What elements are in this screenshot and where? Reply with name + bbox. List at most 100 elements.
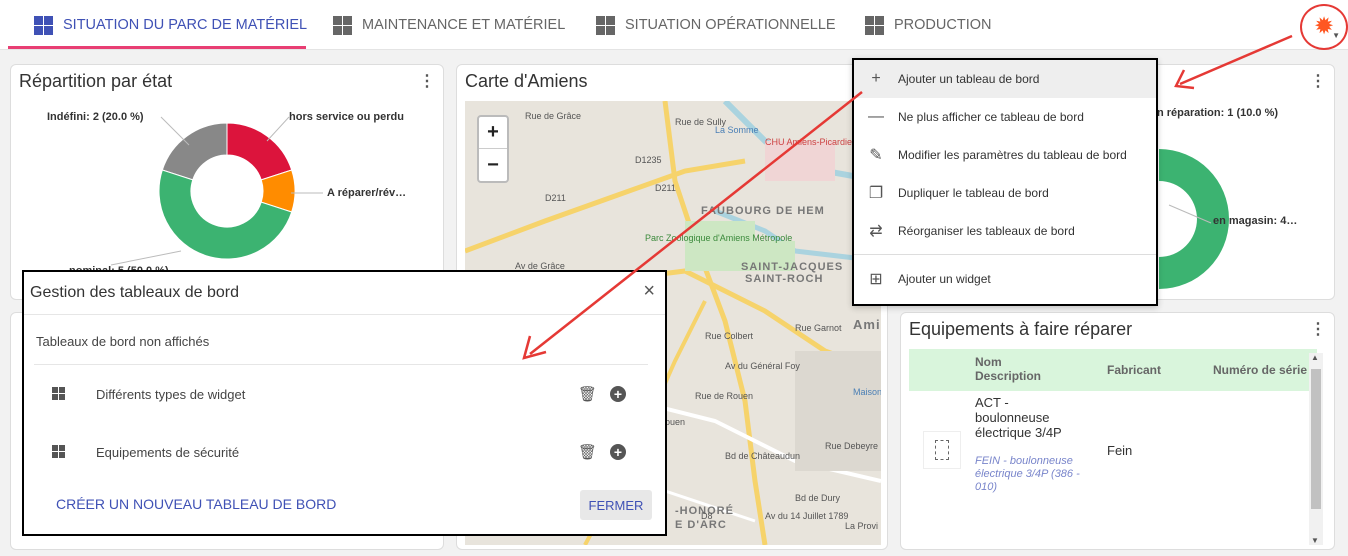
column-header-nom[interactable]: Nom — [975, 355, 1002, 369]
equipment-thumbnail — [923, 431, 961, 469]
scroll-down-icon[interactable]: ▼ — [1311, 536, 1319, 545]
trash-icon[interactable]: 🗑 — [578, 385, 597, 403]
tab-production[interactable]: PRODUCTION — [865, 0, 991, 50]
dialog-subtitle: Tableaux de bord non affichés — [36, 334, 210, 349]
dashboard-icon — [34, 15, 53, 35]
pencil-icon: ✎ — [869, 147, 883, 164]
tab-situation-operationnelle[interactable]: SITUATION OPÉRATIONNELLE — [596, 0, 836, 50]
create-dashboard-button[interactable]: CRÉER UN NOUVEAU TABLEAU DE BORD — [56, 496, 336, 512]
column-header-fabricant[interactable]: Fabricant — [1107, 363, 1161, 377]
close-icon[interactable]: × — [643, 280, 655, 303]
row-description: FEIN - boulonneuse électrique 3/4P (386 … — [975, 455, 1080, 493]
menu-divider — [854, 254, 1156, 255]
menu-item-add-widget[interactable]: ⊞ Ajouter un widget — [854, 260, 1156, 298]
map-label: ouen — [665, 417, 686, 427]
map-label: Maison de J — [853, 387, 881, 397]
map-label: Rue de Sully — [675, 117, 727, 127]
trash-icon[interactable]: 🗑 — [578, 443, 597, 461]
leader-line — [266, 116, 290, 142]
menu-item-hide-dashboard[interactable]: — Ne plus afficher ce tableau de bord — [854, 98, 1156, 136]
tab-label: MAINTENANCE ET MATÉRIEL — [362, 17, 566, 33]
column-header-serie[interactable]: Numéro de série — [1213, 363, 1307, 377]
map-zoom-control: + − — [477, 115, 509, 183]
dashboard-icon — [333, 15, 352, 35]
chart-label-en-magasin: en magasin: 4… — [1213, 215, 1298, 227]
tab-situation-parc[interactable]: SITUATION DU PARC DE MATÉRIEL — [34, 0, 307, 50]
chart-label-indefini: Indéfini: 2 (20.0 %) — [47, 111, 144, 123]
tab-label: SITUATION DU PARC DE MATÉRIEL — [63, 17, 308, 33]
menu-item-reorder-dashboards[interactable]: ⇄ Réorganiser les tableaux de bord — [854, 212, 1156, 250]
menu-item-edit-dashboard[interactable]: ✎ Modifier les paramètres du tableau de … — [854, 136, 1156, 174]
menu-item-label: Ne plus afficher ce tableau de bord — [898, 110, 1084, 124]
table-header: Nom Description Fabricant Numéro de séri… — [909, 349, 1317, 391]
menu-item-add-dashboard[interactable]: + Ajouter un tableau de bord — [854, 60, 1156, 98]
zoom-out-button[interactable]: − — [479, 149, 507, 181]
add-box-icon: ⊞ — [869, 271, 883, 288]
active-tab-indicator — [8, 46, 306, 49]
dashboard-icon — [865, 15, 884, 35]
chart-label-a-reparer: A réparer/rév… — [327, 187, 407, 199]
map-label: Rue Garnot — [795, 323, 842, 333]
card-equipements: Equipements à faire réparer ⋮ Nom Descri… — [900, 312, 1335, 550]
map-label: Rue Debeyre — [825, 441, 879, 451]
zoom-in-button[interactable]: + — [479, 117, 507, 149]
plus-icon: + — [871, 70, 881, 87]
hidden-dashboard-row[interactable]: Différents types de widget 🗑 + — [36, 374, 656, 414]
scroll-up-icon[interactable]: ▲ — [1311, 353, 1319, 362]
map-label: Av du 14 Juillet 1789 — [765, 511, 849, 521]
scrollbar-thumb[interactable] — [1311, 369, 1321, 509]
more-vert-icon[interactable]: ⋮ — [1310, 319, 1326, 339]
column-header-description[interactable]: Description — [975, 369, 1041, 383]
menu-item-label: Ajouter un widget — [898, 272, 991, 286]
image-placeholder-icon — [935, 440, 949, 460]
chevron-down-icon: ▼ — [1332, 31, 1340, 40]
row-nom: ACT - boulonneuse électrique 3/4P — [975, 395, 1062, 440]
tab-maintenance[interactable]: MAINTENANCE ET MATÉRIEL — [333, 0, 565, 50]
add-circle-icon[interactable]: + — [610, 444, 626, 460]
map-label: D1235 — [635, 155, 662, 165]
dialog-title: Gestion des tableaux de bord — [30, 284, 240, 301]
leader-line — [160, 116, 190, 146]
add-circle-icon[interactable]: + — [610, 386, 626, 402]
menu-item-label: Modifier les paramètres du tableau de bo… — [898, 148, 1127, 162]
map-label: SAINT-ROCH — [745, 273, 824, 285]
donut-slice[interactable] — [161, 122, 228, 181]
map-label: Bd de Châteaudun — [725, 451, 801, 461]
tab-label: PRODUCTION — [894, 17, 992, 33]
divider — [34, 364, 648, 365]
map-label: Bd de Dury — [795, 493, 841, 503]
menu-item-label: Ajouter un tableau de bord — [898, 72, 1040, 86]
table-row[interactable]: ACT - boulonneuse électrique 3/4P FEIN -… — [909, 393, 1317, 509]
dashboard-icon — [596, 15, 615, 35]
hidden-dashboard-row[interactable]: Equipements de sécurité 🗑 + — [36, 432, 656, 472]
copy-icon: ❐ — [868, 185, 884, 202]
dashboard-settings-menu: + Ajouter un tableau de bord — Ne plus a… — [852, 58, 1158, 306]
leader-line — [110, 250, 182, 266]
map-label: FAUBOURG DE HEM — [701, 205, 825, 217]
dashboard-tab-bar: SITUATION DU PARC DE MATÉRIEL MAINTENANC… — [0, 0, 1348, 50]
close-dialog-button[interactable]: FERMER — [580, 490, 652, 520]
dashboard-name: Différents types de widget — [96, 386, 246, 402]
map-label: SAINT-JACQUES — [741, 261, 844, 273]
card-title: Carte d'Amiens — [465, 71, 588, 91]
map-label: Av du Général Foy — [725, 361, 800, 371]
dashboard-name: Equipements de sécurité — [96, 444, 240, 460]
donut-slice[interactable] — [226, 122, 293, 181]
menu-item-duplicate-dashboard[interactable]: ❐ Dupliquer le tableau de bord — [854, 174, 1156, 212]
map-label: Parc Zoologique d'Amiens Métropole — [645, 233, 793, 243]
settings-button[interactable]: ✹ ▼ — [1300, 4, 1348, 50]
map-label: Amie — [853, 317, 881, 332]
card-repartition: Répartition par état ⋮ Indéfini: 2 (20.0… — [10, 64, 444, 300]
map-label: D211 — [545, 193, 566, 203]
chart-label-en-reparation: n réparation: 1 (10.0 %) — [1157, 107, 1279, 119]
dashboard-icon — [52, 445, 66, 459]
card-title: Equipements à faire réparer — [909, 319, 1133, 339]
dashboard-management-dialog: Gestion des tableaux de bord × Tableaux … — [22, 270, 667, 536]
menu-item-label: Dupliquer le tableau de bord — [898, 186, 1049, 200]
scrollbar[interactable]: ▲ ▼ — [1309, 353, 1323, 545]
swap-icon: ⇄ — [869, 223, 883, 240]
gear-icon: ✹ — [1313, 13, 1335, 40]
map-label: La Provi — [845, 521, 879, 531]
map-label: Rue de Grâce — [525, 111, 582, 121]
minus-icon: — — [868, 108, 884, 125]
